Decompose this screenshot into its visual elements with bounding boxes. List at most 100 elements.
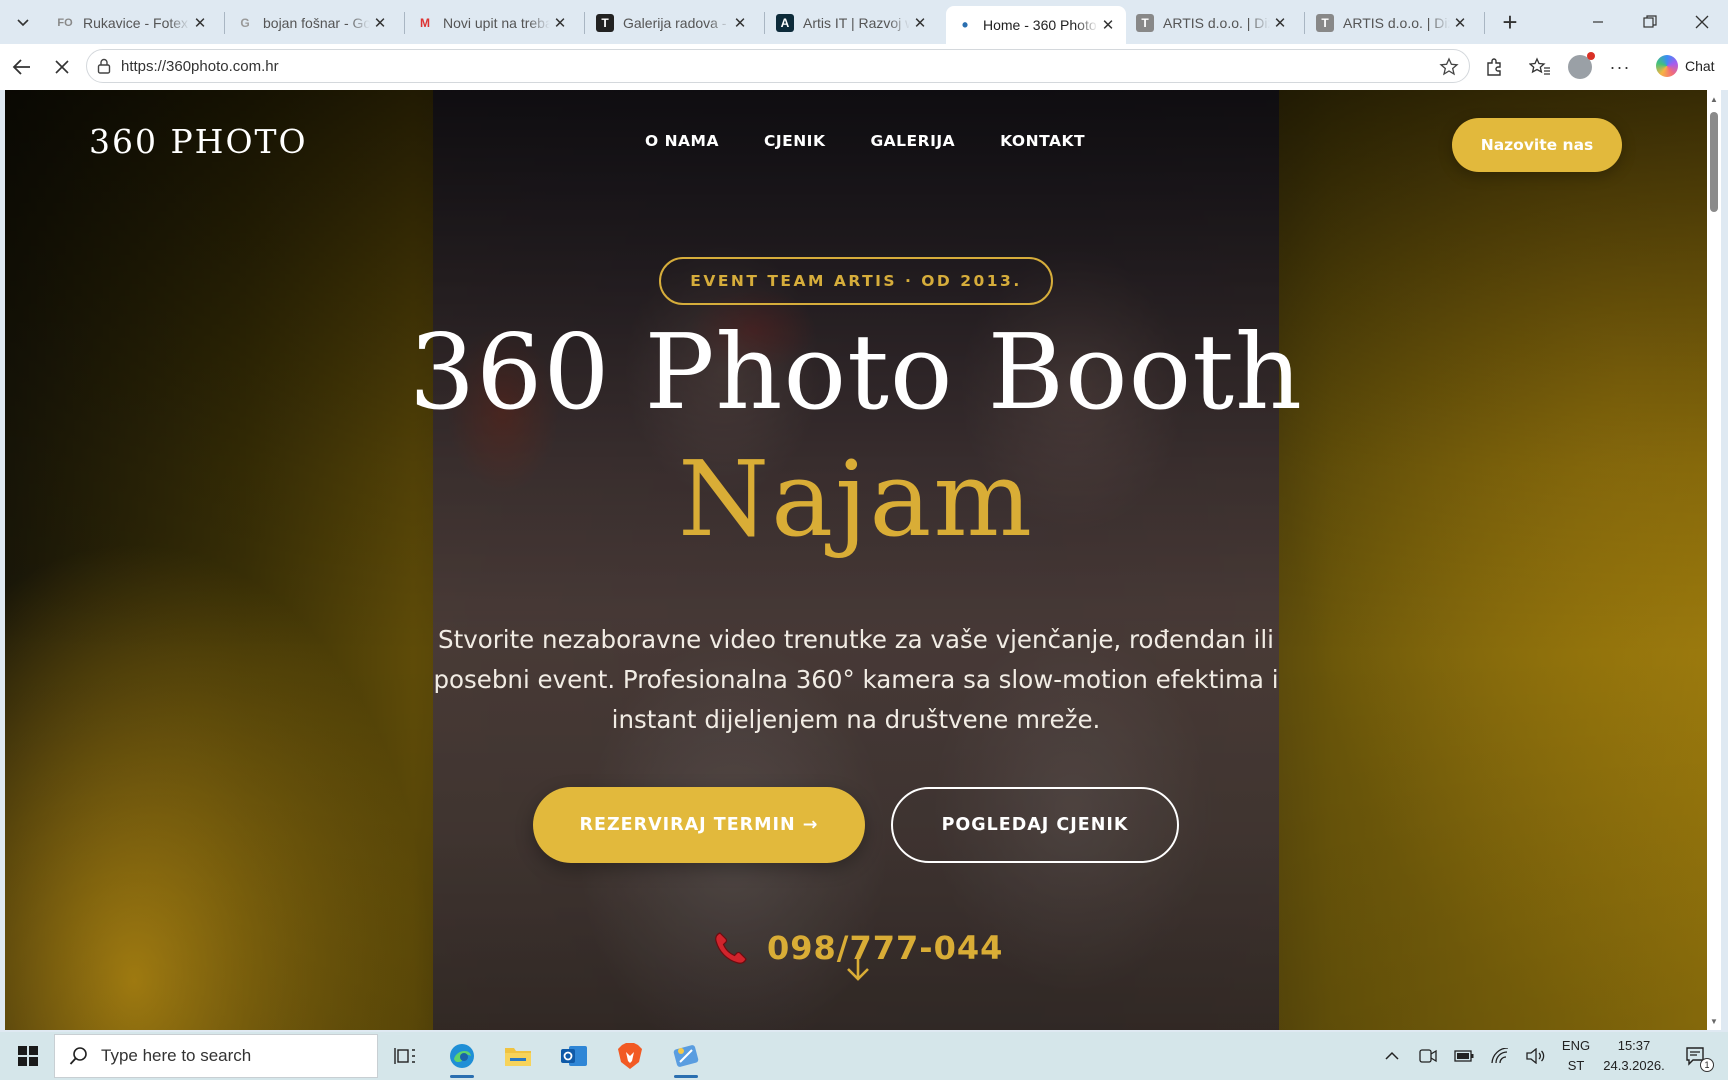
site-logo[interactable]: 360 PHOTO (89, 122, 308, 161)
lock-icon (97, 58, 111, 74)
nav-item-galerija[interactable]: GALERIJA (870, 132, 955, 150)
close-icon[interactable]: ✕ (1450, 13, 1470, 33)
taskbar-snipping-tool[interactable] (666, 1038, 706, 1078)
tab-title: Rukavice - Fotex (83, 15, 189, 31)
hero-title-accent: Najam (678, 438, 1034, 560)
notification-dot-icon (1587, 52, 1595, 60)
clock-date: 24.3.2026. (1603, 1058, 1665, 1073)
task-view-icon (394, 1048, 415, 1064)
artis-icon: A (776, 14, 794, 32)
tab-separator (1484, 12, 1485, 34)
favorite-star-icon[interactable] (1439, 57, 1459, 77)
address-bar[interactable]: https://360photo.com.hr (86, 49, 1470, 83)
window-edge (1721, 90, 1728, 1030)
nav-item-o-nama[interactable]: O NAMA (645, 132, 719, 150)
close-window-button[interactable] (1676, 0, 1728, 44)
tab-separator (764, 12, 765, 34)
copilot-chat-button[interactable]: Chat (1648, 50, 1725, 82)
stop-loading-button[interactable] (46, 52, 78, 82)
notification-center-button[interactable]: 1 (1676, 1032, 1716, 1080)
arrow-left-icon (12, 59, 30, 75)
profile-button[interactable] (1564, 52, 1596, 82)
close-icon[interactable]: ✕ (550, 13, 570, 33)
google-icon: G (240, 16, 250, 30)
tab-actions-menu[interactable] (6, 7, 40, 37)
language-code: ENG (1561, 1038, 1591, 1053)
system-clock[interactable]: 15:37 24.3.2026. (1598, 1036, 1670, 1076)
restore-button[interactable] (1624, 0, 1676, 44)
close-icon[interactable]: ✕ (190, 13, 210, 33)
close-icon[interactable]: ✕ (730, 13, 750, 33)
tab-360-photo[interactable]: • Home - 360 Photo ✕ (946, 6, 1126, 44)
arrow-down-icon[interactable] (845, 952, 871, 982)
browser-toolbar: https://360photo.com.hr ··· Chat (0, 44, 1728, 90)
t-icon: T (1136, 14, 1154, 32)
nav-item-kontakt[interactable]: KONTAKT (1000, 132, 1085, 150)
book-appointment-button[interactable]: REZERVIRAJ TERMIN → (533, 787, 865, 863)
windows-logo-icon (18, 1046, 38, 1066)
close-icon[interactable]: ✕ (910, 13, 930, 33)
url-text[interactable]: https://360photo.com.hr (121, 58, 279, 75)
meet-now-button[interactable] (1412, 1032, 1444, 1080)
favorites-button[interactable] (1524, 52, 1556, 82)
tab-gmail[interactable]: M Novi upit na treban ✕ (406, 6, 578, 40)
back-button[interactable] (6, 52, 38, 82)
tab-separator (584, 12, 585, 34)
taskbar-file-explorer[interactable] (498, 1038, 538, 1074)
chat-label: Chat (1685, 58, 1715, 74)
restore-icon (1643, 15, 1657, 28)
puzzle-icon (1487, 58, 1501, 76)
nav-item-cjenik[interactable]: CJENIK (764, 132, 825, 150)
clock-time: 15:37 (1617, 1038, 1651, 1053)
input-language-indicator[interactable]: ENG ST (1556, 1036, 1596, 1076)
taskbar-brave[interactable] (610, 1038, 650, 1074)
tab-galerija-radova[interactable]: T Galerija radova - Tr ✕ (586, 6, 758, 40)
fotex-icon: FO (57, 17, 73, 29)
taskbar-outlook[interactable] (554, 1038, 594, 1074)
tab-artis-it[interactable]: A Artis IT | Razvoj web ✕ (766, 6, 938, 40)
tab-title: Home - 360 Photo (983, 17, 1097, 33)
network-status[interactable] (1484, 1032, 1516, 1080)
tab-artis-dizajn-1[interactable]: T ARTIS d.o.o. | Dizajn ✕ (1126, 6, 1298, 40)
view-pricing-button[interactable]: POGLEDAJ CJENIK (891, 787, 1179, 863)
minimize-button[interactable] (1572, 0, 1624, 44)
tab-artis-dizajn-2[interactable]: T ARTIS d.o.o. | Dizajn ✕ (1306, 6, 1478, 40)
hero-shade (5, 90, 1707, 1030)
search-placeholder: Type here to search (101, 1046, 252, 1065)
windows-taskbar: Type here to search ENG ST 15:37 24.3.20… (0, 1032, 1728, 1080)
scroll-down-icon[interactable]: ▼ (1709, 1016, 1719, 1026)
settings-menu-button[interactable]: ··· (1604, 52, 1636, 82)
tab-google-search[interactable]: G bojan fošnar - Goo ✕ (226, 6, 398, 40)
tab-separator (224, 12, 225, 34)
copilot-icon (1656, 55, 1678, 77)
scrollbar-thumb[interactable] (1710, 112, 1718, 212)
start-button[interactable] (8, 1040, 48, 1072)
notification-count-badge: 1 (1700, 1058, 1714, 1072)
close-icon[interactable]: ✕ (1270, 13, 1290, 33)
extensions-button[interactable] (1478, 52, 1510, 82)
new-tab-button[interactable]: + (1494, 7, 1526, 37)
tab-title: bojan fošnar - Goo (263, 15, 370, 31)
close-icon[interactable]: ✕ (370, 13, 390, 33)
more-dots-icon: ··· (1609, 56, 1631, 77)
call-us-button[interactable]: Nazovite nas (1452, 118, 1622, 172)
edge-browser-icon (450, 1044, 474, 1068)
battery-status[interactable] (1448, 1032, 1480, 1080)
main-nav: O NAMA CJENIK GALERIJA KONTAKT (645, 132, 1085, 150)
taskbar-edge[interactable] (442, 1038, 482, 1078)
task-view-button[interactable] (385, 1038, 425, 1074)
tab-separator (1304, 12, 1305, 34)
scroll-up-icon[interactable]: ▲ (1709, 94, 1719, 104)
page-scrollbar[interactable]: ▲ ▼ (1707, 90, 1721, 1030)
taskbar-search-input[interactable]: Type here to search (54, 1034, 378, 1078)
tab-separator (404, 12, 405, 34)
close-icon[interactable]: ✕ (1098, 15, 1118, 35)
favorites-icon (1529, 57, 1550, 75)
brave-icon (618, 1043, 642, 1069)
tab-rukavice[interactable]: FO Rukavice - Fotex ✕ (46, 6, 218, 40)
show-hidden-icons-button[interactable] (1376, 1032, 1408, 1080)
volume-control[interactable] (1520, 1032, 1552, 1080)
keyboard-layout: ST (1567, 1058, 1585, 1073)
t-icon: T (1316, 14, 1334, 32)
snipping-tool-icon (673, 1045, 699, 1067)
